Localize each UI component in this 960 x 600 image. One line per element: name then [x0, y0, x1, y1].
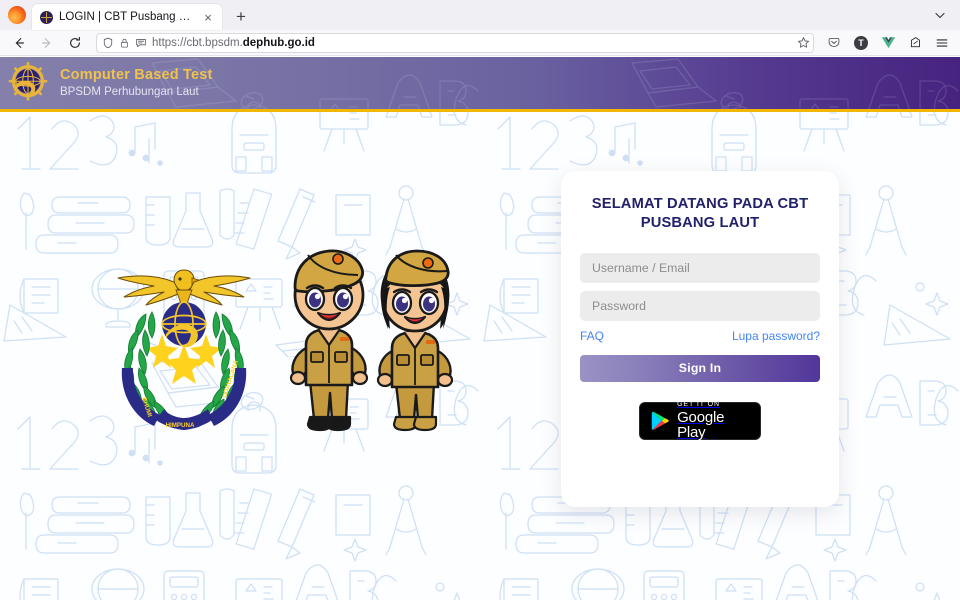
reload-button[interactable] [62, 32, 88, 54]
forward-button[interactable] [34, 32, 60, 54]
globe-figure [161, 301, 207, 348]
vue-devtools-icon[interactable] [876, 32, 900, 54]
svg-text:HIMPUNA: HIMPUNA [166, 422, 195, 429]
reader-mode-icon[interactable] [135, 37, 147, 49]
female-cadet-mascot [376, 249, 454, 432]
cbt-cadet-mascots [272, 233, 477, 443]
new-tab-button[interactable]: + [228, 3, 254, 29]
lock-icon[interactable] [119, 37, 130, 49]
back-button[interactable] [6, 32, 32, 54]
close-icon[interactable]: × [200, 9, 216, 25]
google-play-small-text: GET IT ON [677, 401, 720, 409]
site-identity-group [100, 37, 147, 49]
login-title: SELAMAT DATANG PADA CBT PUSBANG LAUT [591, 196, 809, 232]
toolbar-icon-group: T [822, 32, 954, 54]
firefox-logo-icon [8, 6, 26, 24]
google-play-wrapper: GET IT ON Google Play [580, 401, 820, 442]
google-play-badge[interactable]: GET IT ON Google Play [639, 401, 761, 442]
sign-in-button[interactable]: Sign In [580, 354, 820, 382]
password-input[interactable] [580, 290, 820, 321]
browser-window: LOGIN | CBT Pusbang Laut × + https://cbt… [0, 0, 960, 600]
address-bar[interactable]: https://cbt.bpsdm.dephub.go.id [96, 32, 814, 53]
google-play-triangle-icon [651, 411, 669, 430]
extension-badge-icon[interactable]: T [849, 32, 873, 54]
bpsdm-globe-crest-logo [8, 61, 48, 101]
app-menu-icon[interactable] [930, 32, 954, 54]
url-domain: dephub.go.id [242, 36, 315, 49]
site-subtitle: BPSDM Perhubungan Laut [60, 85, 199, 98]
male-cadet-mascot [289, 249, 369, 432]
login-card: SELAMAT DATANG PADA CBT PUSBANG LAUT FAQ… [561, 171, 839, 507]
url-prefix: https://cbt.bpsdm. [152, 36, 243, 49]
star-icon[interactable] [797, 36, 810, 49]
tab-strip: LOGIN | CBT Pusbang Laut × + [0, 0, 960, 30]
forgot-password-link[interactable]: Lupa password? [732, 329, 820, 343]
url-text: https://cbt.bpsdm.dephub.go.id [152, 37, 792, 49]
shield-icon[interactable] [102, 37, 114, 49]
navigation-toolbar: https://cbt.bpsdm.dephub.go.id T [0, 30, 960, 56]
login-links-row: FAQ Lupa password? [580, 329, 820, 343]
username-input[interactable] [580, 252, 820, 283]
google-play-big-text: Google Play [677, 409, 725, 442]
bpsdm-perhubungan-laut-emblem: BHUMI HIMPUNA UDAYACANA [104, 252, 264, 432]
site-title: Computer Based Test [60, 67, 213, 84]
save-to-pocket-icon[interactable] [903, 32, 927, 54]
globe-favicon [40, 10, 53, 24]
tab-title: LOGIN | CBT Pusbang Laut [59, 11, 194, 23]
pocket-icon[interactable] [822, 32, 846, 54]
web-page: Computer Based Test BPSDM Perhubungan La… [0, 57, 960, 600]
chevron-down-icon[interactable] [926, 2, 954, 28]
browser-tab[interactable]: LOGIN | CBT Pusbang Laut × [32, 4, 222, 30]
faq-link[interactable]: FAQ [580, 329, 604, 343]
site-header-band: Computer Based Test BPSDM Perhubungan La… [0, 57, 960, 112]
